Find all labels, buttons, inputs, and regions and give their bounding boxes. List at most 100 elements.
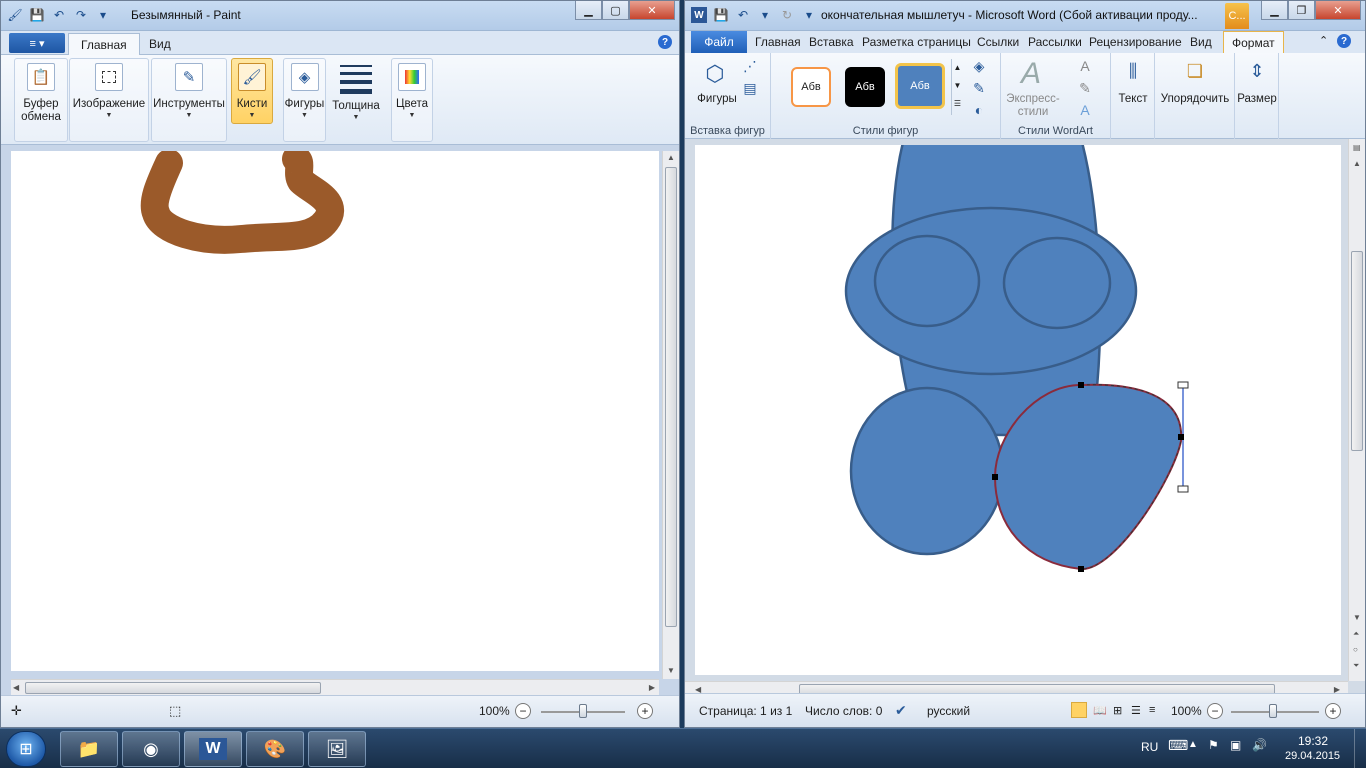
clock-time[interactable]: 19:32 <box>1298 734 1328 748</box>
undo-icon[interactable]: ↶ <box>51 7 67 23</box>
tab-references[interactable]: Ссылки <box>977 31 1019 53</box>
text-button-label[interactable]: Текст <box>1113 93 1153 106</box>
tab-review[interactable]: Рецензирование <box>1089 31 1182 53</box>
print-layout-view-icon[interactable] <box>1071 702 1087 718</box>
close-button[interactable]: ✕ <box>1315 1 1361 20</box>
word-app-icon[interactable]: W <box>691 7 707 23</box>
zoom-slider-thumb[interactable] <box>579 704 587 718</box>
show-desktop-button[interactable] <box>1354 729 1366 768</box>
ruler-toggle-icon[interactable]: ▤ <box>1353 143 1361 152</box>
tab-insert[interactable]: Вставка <box>809 31 854 53</box>
help-icon[interactable]: ? <box>658 35 672 49</box>
page-count-status[interactable]: Страница: 1 из 1 <box>699 704 792 718</box>
paint-titlebar[interactable]: 🖌 💾 ↶ ↷ ▾ Безымянный - Paint ▁ ▢ ✕ <box>1 1 679 31</box>
edit-shape-icon[interactable]: ⋰ <box>739 57 761 75</box>
tab-view[interactable]: Вид <box>137 33 183 55</box>
volume-icon[interactable]: 🔊 <box>1252 738 1267 752</box>
shape-style-black-fill[interactable]: Абв <box>845 67 885 107</box>
language-status[interactable]: русский <box>927 704 970 718</box>
tab-view[interactable]: Вид <box>1190 31 1212 53</box>
maximize-button[interactable]: ▢ <box>602 1 629 20</box>
undo-dropdown-icon[interactable]: ▾ <box>757 7 773 23</box>
shape-outline-icon[interactable]: ✎ <box>967 79 991 97</box>
network-icon[interactable]: ▣ <box>1230 738 1241 752</box>
tab-home[interactable]: Главная <box>68 33 140 55</box>
express-styles-label[interactable]: Экспресс-стили <box>1005 93 1061 119</box>
zoom-slider-thumb[interactable] <box>1269 704 1277 718</box>
arrange-icon[interactable]: ❏ <box>1181 57 1209 85</box>
next-page-icon[interactable]: ⏷ <box>1353 661 1359 671</box>
reading-view-icon[interactable]: 📖 <box>1093 704 1107 717</box>
paint-menu-button[interactable]: ≡ ▾ <box>9 33 65 53</box>
show-hidden-icons-icon[interactable]: ▲ <box>1188 739 1198 750</box>
brushes-group[interactable]: 🖌 Кисти ▼ <box>231 58 273 124</box>
customize-qat-icon[interactable]: ▾ <box>801 7 817 23</box>
word-vscroll-thumb[interactable] <box>1351 251 1363 451</box>
taskbar-picture-viewer-icon[interactable]: 🖼 <box>308 731 366 767</box>
word-titlebar[interactable]: W 💾 ↶ ▾ ↻ ▾ окончательная мышлетуч - Mic… <box>685 1 1365 31</box>
restore-button[interactable]: ❐ <box>1288 1 1315 20</box>
word-count-status[interactable]: Число слов: 0 <box>805 704 882 718</box>
shape-style-orange-outline[interactable]: Абв <box>791 67 831 107</box>
zoom-out-button[interactable]: − <box>1207 703 1223 719</box>
close-button[interactable]: ✕ <box>629 1 675 20</box>
drawing-tools-context-tab[interactable]: С... <box>1225 3 1249 29</box>
shapes-group[interactable]: ◈ Фигуры ▼ <box>283 58 326 142</box>
word-vertical-scrollbar[interactable]: ▤ ▲ ▼ ⏶ ○ ⏷ <box>1348 139 1365 681</box>
shapes-icon[interactable]: ⬡ <box>699 59 731 89</box>
undo-icon[interactable]: ↶ <box>735 7 751 23</box>
taskbar-paint-icon[interactable]: 🎨 <box>246 731 304 767</box>
text-fill-icon[interactable]: A <box>1073 57 1097 75</box>
zoom-in-button[interactable]: + <box>1325 703 1341 719</box>
minimize-button[interactable]: ▁ <box>575 1 602 20</box>
clock-date[interactable]: 29.04.2015 <box>1285 750 1340 762</box>
scroll-down-icon[interactable]: ▼ <box>667 666 675 675</box>
shape-fill-icon[interactable]: ◈ <box>967 57 991 75</box>
previous-page-icon[interactable]: ⏶ <box>1353 629 1359 639</box>
wordart-icon[interactable]: A <box>1013 57 1049 91</box>
start-button[interactable]: ⊞ <box>6 731 46 767</box>
tangent-handle-bottom[interactable] <box>1177 485 1189 493</box>
paint-canvas[interactable] <box>11 145 659 671</box>
input-language-indicator[interactable]: RU <box>1141 740 1158 754</box>
tools-group[interactable]: ✎ Инструменты ▼ <box>151 58 227 142</box>
draft-view-icon[interactable]: ≡ <box>1149 704 1155 716</box>
size-group[interactable]: Толщина ▼ <box>329 58 383 142</box>
help-icon[interactable]: ? <box>1337 34 1351 48</box>
tab-mailings[interactable]: Рассылки <box>1028 31 1082 53</box>
size-icon[interactable]: ⇕ <box>1243 57 1271 85</box>
edit-point[interactable] <box>992 474 998 480</box>
edit-point[interactable] <box>1078 382 1084 388</box>
repeat-icon[interactable]: ↻ <box>779 7 795 23</box>
text-direction-icon[interactable]: ⫼ <box>1119 57 1147 85</box>
zoom-in-button[interactable]: + <box>637 703 653 719</box>
word-page[interactable] <box>695 145 1341 675</box>
scroll-left-icon[interactable]: ◀ <box>13 683 19 692</box>
taskbar-chrome-icon[interactable]: ◉ <box>122 731 180 767</box>
text-effects-icon[interactable]: A <box>1073 101 1097 119</box>
clipboard-group[interactable]: 📋 Буфер обмена <box>14 58 68 142</box>
redo-icon[interactable]: ↷ <box>73 7 89 23</box>
action-center-flag-icon[interactable]: ⚑ <box>1208 738 1219 752</box>
size-button-label[interactable]: Размер <box>1235 93 1279 106</box>
shape-style-blue-fill-selected[interactable]: Абв <box>895 63 945 109</box>
save-icon[interactable]: 💾 <box>29 7 45 23</box>
minimize-ribbon-icon[interactable]: ⌃ <box>1319 34 1328 47</box>
paint-vscroll-thumb[interactable] <box>665 167 677 627</box>
edit-point[interactable] <box>1078 566 1084 572</box>
web-layout-view-icon[interactable]: ⊞ <box>1113 704 1122 717</box>
taskbar-explorer-icon[interactable]: 📁 <box>60 731 118 767</box>
tab-file[interactable]: Файл <box>691 31 747 53</box>
paint-hscroll-thumb[interactable] <box>25 682 321 694</box>
paint-vertical-scrollbar[interactable]: ▲ ▼ <box>662 151 679 679</box>
shape-effects-icon[interactable]: ◐ <box>967 101 991 119</box>
keyboard-icon[interactable]: ⌨ <box>1168 737 1188 754</box>
arrange-button-label[interactable]: Упорядочить <box>1157 93 1233 106</box>
scroll-up-icon[interactable]: ▲ <box>667 153 675 162</box>
edit-point[interactable] <box>1178 434 1184 440</box>
word-zoom-level[interactable]: 100% <box>1171 704 1202 718</box>
styles-gallery-scroll[interactable]: ▲ ▼ ☰ <box>951 59 963 115</box>
paint-horizontal-scrollbar[interactable]: ◀ ▶ <box>11 679 659 696</box>
outline-view-icon[interactable]: ☰ <box>1131 704 1141 717</box>
image-group[interactable]: Изображение ▼ <box>69 58 149 142</box>
